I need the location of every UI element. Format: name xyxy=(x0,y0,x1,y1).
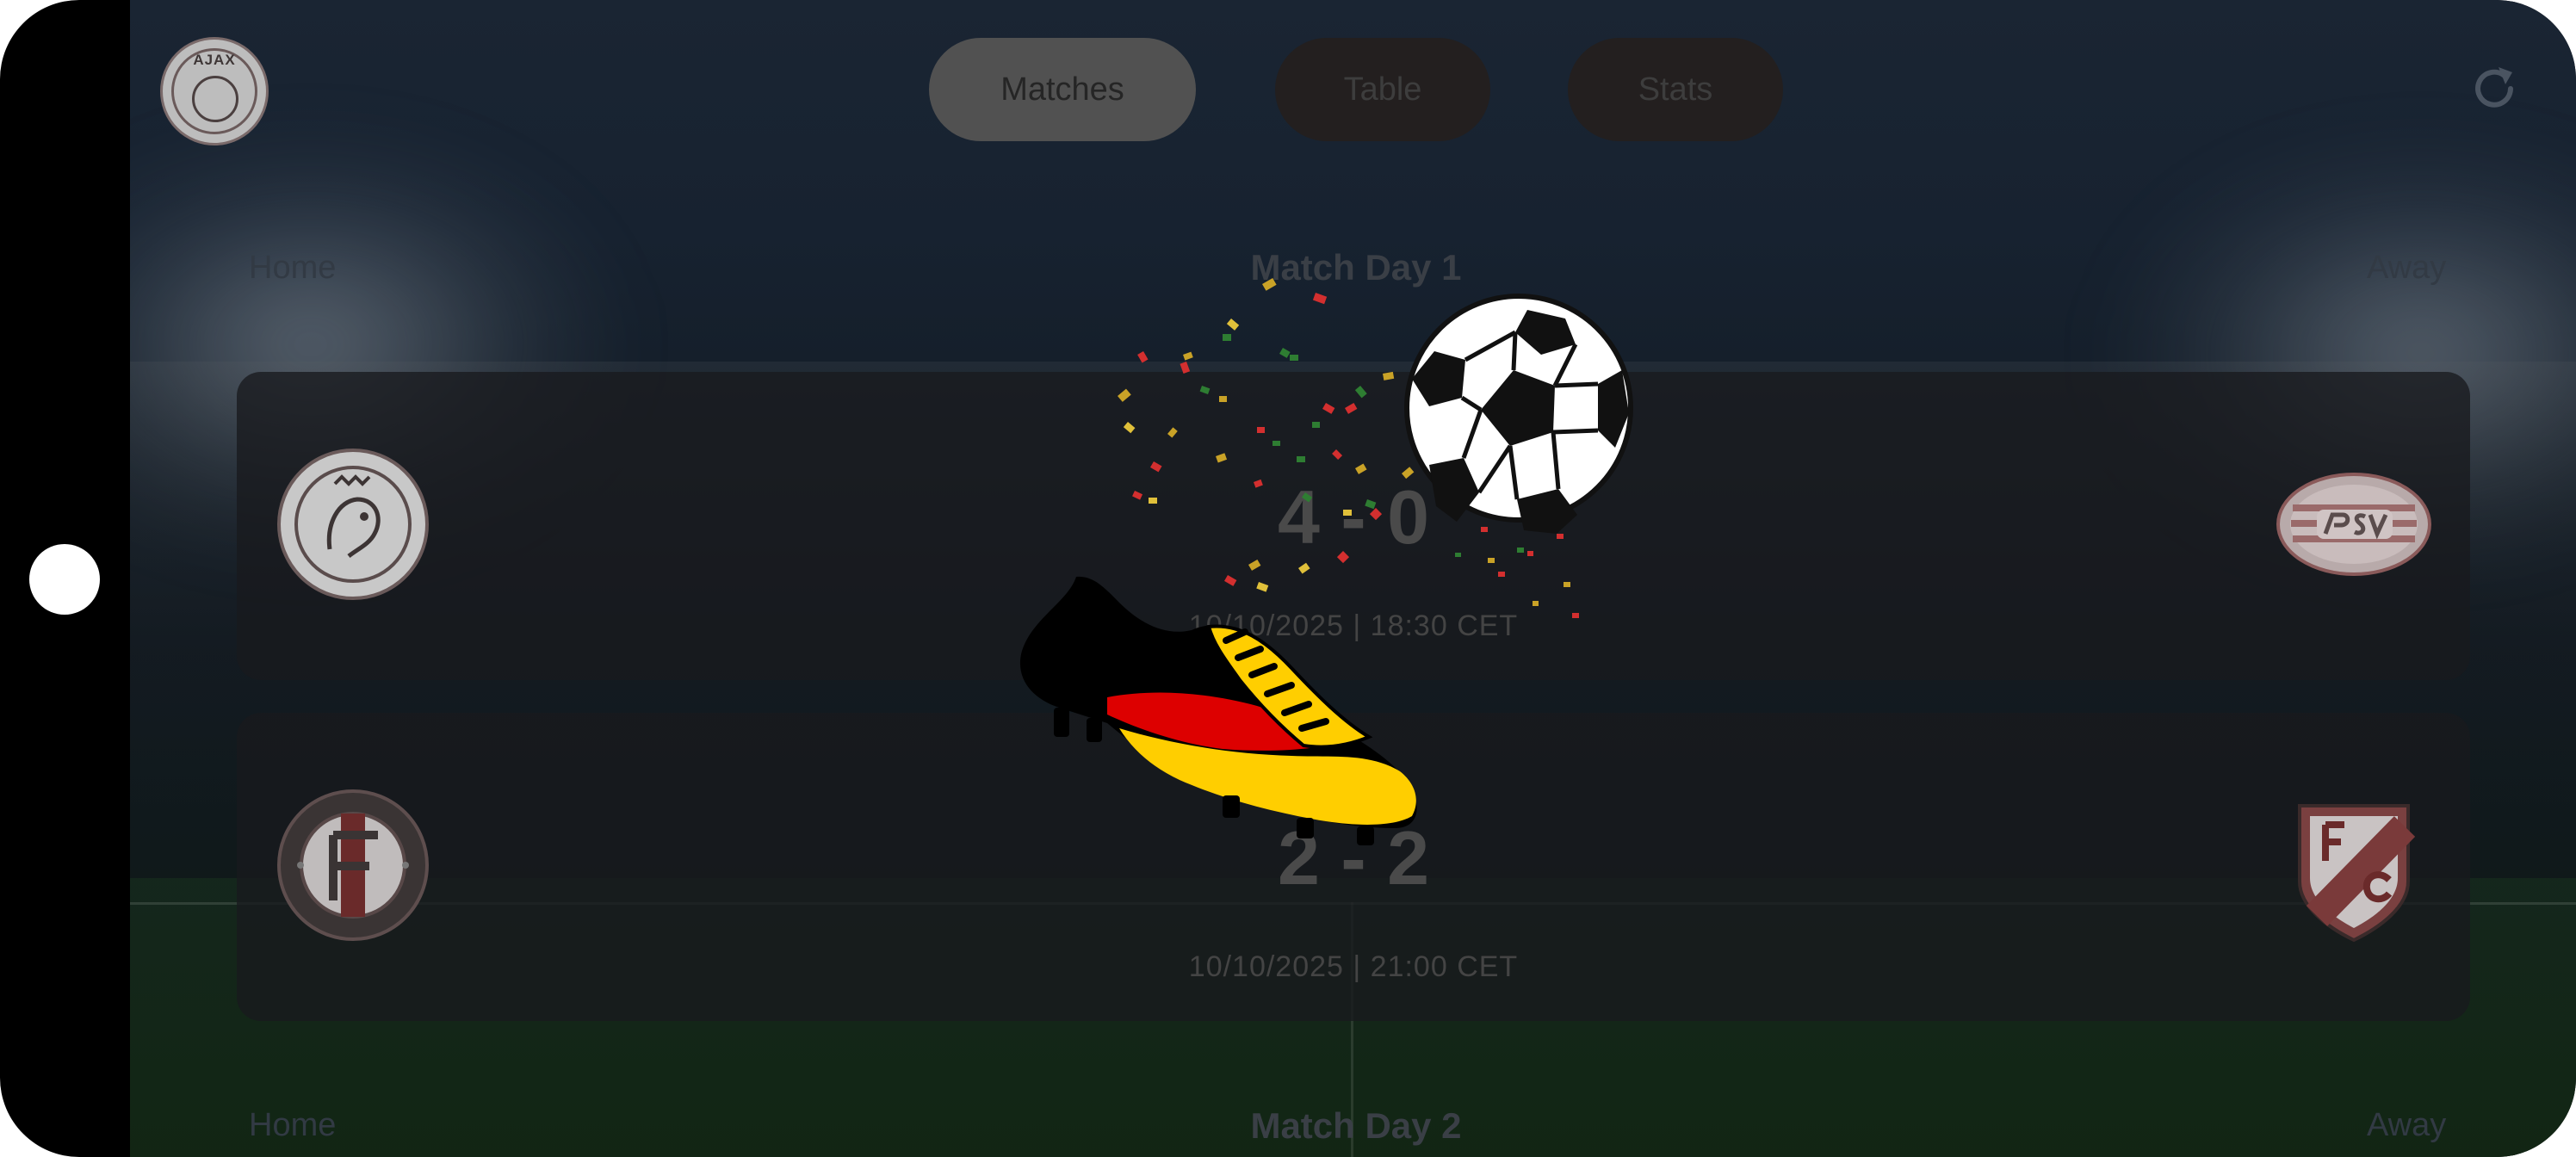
match-card[interactable]: 2 - 2 10/10/2025 | 21:00 CET xyxy=(237,713,2470,1021)
tab-stats-label: Stats xyxy=(1638,71,1713,108)
app-screen: AJAX Matches Table Stats Home Match Day … xyxy=(130,0,2576,1157)
tab-matches-label: Matches xyxy=(1000,71,1124,108)
match-card[interactable]: 4 - 0 10/10/2025 | 18:30 CET xyxy=(237,372,2470,680)
tab-stats[interactable]: Stats xyxy=(1568,38,1783,141)
away-label: Away xyxy=(2367,250,2447,286)
ajax-profile-icon xyxy=(192,76,238,122)
away-label: Away xyxy=(2367,1107,2447,1143)
club-logo-text: AJAX xyxy=(193,52,236,68)
tab-table[interactable]: Table xyxy=(1275,38,1490,141)
home-label: Home xyxy=(249,250,337,286)
psv-crest-icon xyxy=(2276,473,2431,576)
match-score: 4 - 0 xyxy=(1277,474,1430,560)
tab-matches[interactable]: Matches xyxy=(929,38,1196,141)
camera-cutout xyxy=(29,544,100,615)
match-datetime: 10/10/2025 | 21:00 CET xyxy=(1188,950,1519,983)
match-day-title: Match Day 1 xyxy=(1250,247,1462,288)
match-score: 2 - 2 xyxy=(1277,815,1430,900)
fc-utrecht-crest-icon xyxy=(2298,804,2416,943)
home-label: Home xyxy=(249,1107,337,1143)
match-datetime: 10/10/2025 | 18:30 CET xyxy=(1188,609,1519,642)
club-logo[interactable]: AJAX xyxy=(160,37,269,145)
match-day-title: Match Day 2 xyxy=(1250,1105,1462,1146)
phone-frame: AJAX Matches Table Stats Home Match Day … xyxy=(0,0,2576,1157)
tab-table-label: Table xyxy=(1343,71,1422,108)
refresh-icon[interactable] xyxy=(2468,62,2521,115)
